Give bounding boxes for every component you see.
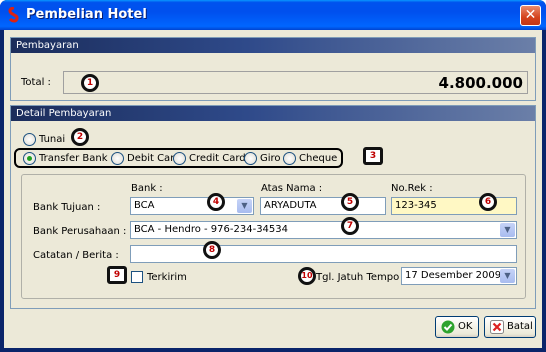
radio-cheque-label: Cheque bbox=[299, 153, 338, 164]
bank-tujuan-value: BCA bbox=[134, 200, 155, 211]
annotation-marker-9: 9 bbox=[107, 266, 127, 284]
chevron-down-icon[interactable]: ▼ bbox=[237, 199, 252, 213]
radio-tunai[interactable] bbox=[23, 133, 36, 146]
bank-tujuan-select[interactable]: BCA ▼ bbox=[130, 197, 254, 215]
cancel-button[interactable]: Batal bbox=[484, 316, 536, 338]
dialog-body: Pembayaran Total : 4.800.000 1 Detail Pe… bbox=[4, 30, 542, 348]
total-value: 4.800.000 bbox=[438, 74, 523, 92]
check-icon bbox=[441, 320, 455, 334]
ok-button-label: OK bbox=[458, 321, 473, 332]
annotation-marker-5: 5 bbox=[341, 193, 359, 211]
bank-perusahaan-value: BCA - Hendro - 976-234-34534 bbox=[134, 224, 289, 235]
jatuh-tempo-select[interactable]: 17 Desember 2009 ▼ bbox=[401, 267, 517, 285]
catatan-label: Catatan / Berita : bbox=[33, 250, 119, 261]
jatuh-tempo-value: 17 Desember 2009 bbox=[405, 270, 502, 281]
annotation-marker-10: 10 bbox=[298, 267, 316, 285]
payment-detail-panel: Detail Pembayaran Tunai 2 Transfer Bank … bbox=[10, 105, 536, 309]
catatan-field[interactable] bbox=[130, 245, 517, 263]
annotation-marker-8: 8 bbox=[203, 241, 221, 259]
app-icon bbox=[8, 7, 19, 23]
radio-credit-card-label: Credit Card bbox=[189, 153, 246, 164]
terkirim-label: Terkirim bbox=[147, 272, 187, 283]
radio-transfer-bank[interactable] bbox=[23, 152, 36, 165]
norek-column-label: No.Rek : bbox=[391, 183, 433, 194]
radio-transfer-bank-label: Transfer Bank bbox=[39, 153, 108, 164]
bank-tujuan-label: Bank Tujuan : bbox=[33, 202, 101, 213]
detail-panel-header: Detail Pembayaran bbox=[11, 106, 535, 121]
annotation-marker-6: 6 bbox=[479, 193, 497, 211]
cancel-button-label: Batal bbox=[507, 321, 533, 332]
bank-column-label: Bank : bbox=[131, 183, 163, 194]
atas-nama-column-label: Atas Nama : bbox=[261, 183, 323, 194]
radio-credit-card[interactable] bbox=[173, 152, 186, 165]
annotation-marker-3: 3 bbox=[363, 147, 383, 165]
ok-button[interactable]: OK bbox=[435, 316, 479, 338]
radio-debit-card[interactable] bbox=[111, 152, 124, 165]
radio-cheque[interactable] bbox=[283, 152, 296, 165]
cancel-icon bbox=[490, 320, 504, 334]
annotation-marker-7: 7 bbox=[341, 217, 359, 235]
radio-giro-label: Giro bbox=[260, 153, 281, 164]
norek-value: 123-345 bbox=[395, 200, 437, 211]
payment-panel-header: Pembayaran bbox=[11, 38, 535, 53]
total-label: Total : bbox=[21, 77, 51, 88]
annotation-marker-1: 1 bbox=[81, 74, 99, 92]
atas-nama-field[interactable]: ARYADUTA bbox=[260, 197, 386, 215]
window-title: Pembelian Hotel bbox=[26, 7, 147, 22]
annotation-marker-2: 2 bbox=[71, 128, 89, 146]
norek-field[interactable]: 123-345 bbox=[391, 197, 517, 215]
terkirim-checkbox[interactable] bbox=[131, 271, 143, 283]
close-button[interactable]: ✕ bbox=[520, 5, 541, 26]
payment-panel: Pembayaran Total : 4.800.000 1 bbox=[10, 37, 536, 101]
jatuh-tempo-label: Tgl. Jatuh Tempo : bbox=[316, 272, 406, 283]
annotation-marker-4: 4 bbox=[207, 193, 225, 211]
total-box: 4.800.000 bbox=[63, 71, 528, 94]
chevron-down-icon[interactable]: ▼ bbox=[500, 269, 515, 283]
bank-perusahaan-select[interactable]: BCA - Hendro - 976-234-34534 ▼ bbox=[130, 221, 517, 239]
bank-perusahaan-label: Bank Perusahaan : bbox=[33, 226, 127, 237]
radio-giro[interactable] bbox=[244, 152, 257, 165]
chevron-down-icon[interactable]: ▼ bbox=[500, 223, 515, 237]
title-bar[interactable]: Pembelian Hotel ✕ bbox=[0, 0, 546, 30]
radio-tunai-label: Tunai bbox=[39, 134, 66, 145]
dialog-window: Pembelian Hotel ✕ Pembayaran Total : 4.8… bbox=[0, 0, 546, 352]
atas-nama-value: ARYADUTA bbox=[264, 200, 317, 211]
